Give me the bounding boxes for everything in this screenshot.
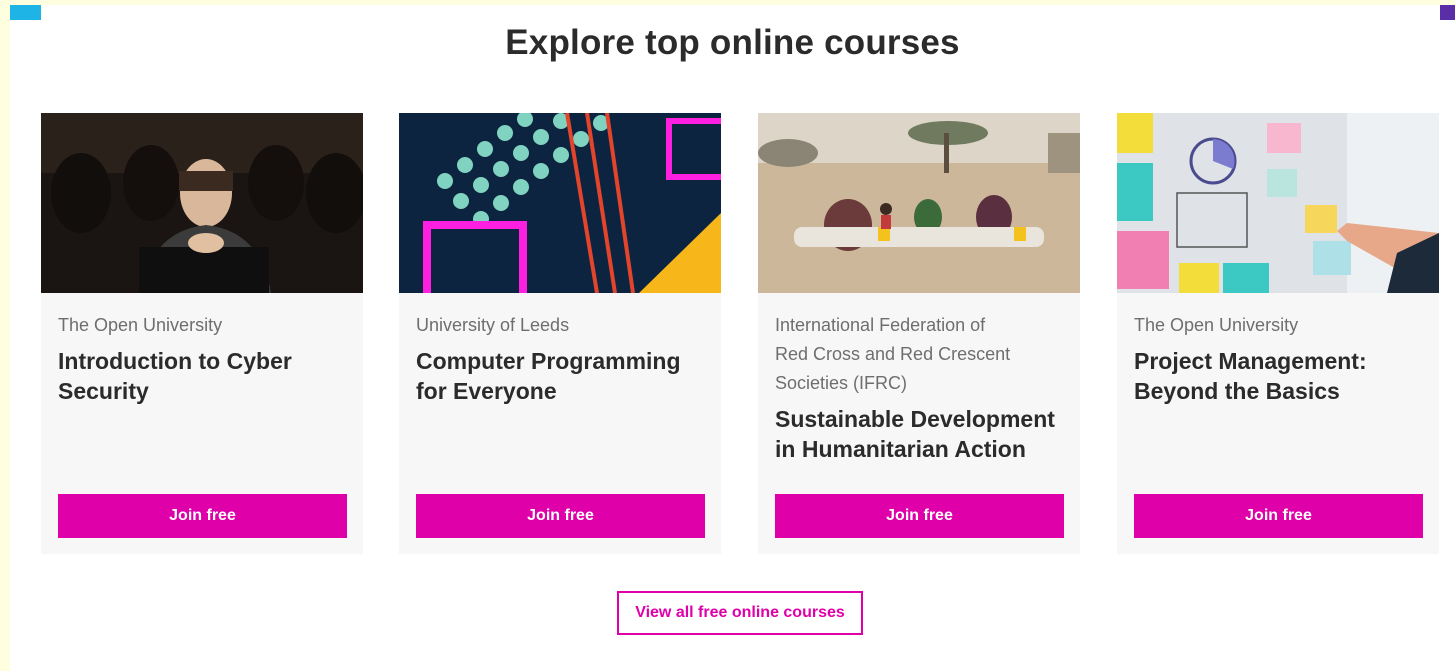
view-all-courses-button[interactable]: View all free online courses bbox=[617, 591, 863, 635]
course-provider: The Open University bbox=[58, 315, 223, 335]
course-title[interactable]: Introduction to Cyber Security bbox=[58, 346, 348, 406]
join-free-button[interactable]: Join free bbox=[416, 494, 705, 538]
course-image-project-management[interactable] bbox=[1117, 113, 1439, 293]
corner-marker bbox=[1440, 5, 1455, 20]
corner-marker bbox=[10, 5, 41, 20]
join-free-button[interactable]: Join free bbox=[775, 494, 1064, 538]
course-card[interactable]: University of Leeds Computer Programming… bbox=[399, 113, 721, 554]
section-title: Explore top online courses bbox=[505, 23, 960, 62]
course-title[interactable]: Project Management: Beyond the Basics bbox=[1134, 346, 1424, 406]
course-image-programming[interactable] bbox=[399, 113, 721, 293]
course-provider: University of Leeds bbox=[416, 315, 570, 335]
course-card[interactable]: The Open University Introduction to Cybe… bbox=[41, 113, 363, 554]
course-provider: The Open University bbox=[1134, 315, 1299, 335]
join-free-button[interactable]: Join free bbox=[58, 494, 347, 538]
course-card[interactable]: International Federation of Red Cross an… bbox=[758, 113, 1080, 554]
course-provider: International Federation of Red Cross an… bbox=[775, 315, 1011, 393]
join-free-button[interactable]: Join free bbox=[1134, 494, 1423, 538]
course-title[interactable]: Sustainable Development in Humanitarian … bbox=[775, 404, 1065, 464]
course-title[interactable]: Computer Programming for Everyone bbox=[416, 346, 706, 406]
course-card[interactable]: The Open University Project Management: … bbox=[1117, 113, 1439, 554]
course-image-cyber-security[interactable] bbox=[41, 113, 363, 293]
course-image-humanitarian[interactable] bbox=[758, 113, 1080, 293]
courses-section: Explore top online courses The Open Univ… bbox=[10, 5, 1455, 671]
